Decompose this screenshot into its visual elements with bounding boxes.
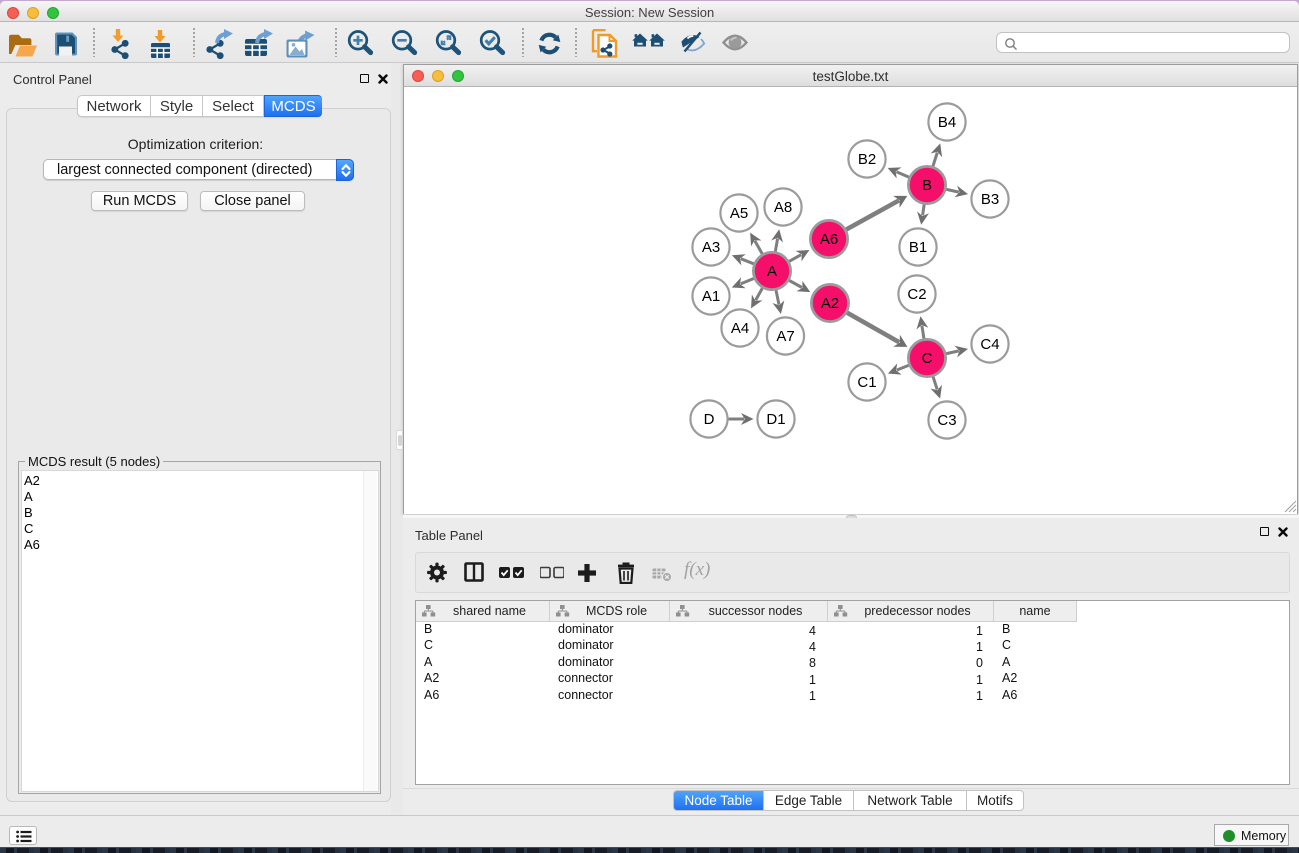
svg-text:A2: A2 [821,295,839,312]
svg-text:D1: D1 [766,411,785,428]
svg-text:A1: A1 [702,288,720,305]
svg-text:B: B [922,177,932,194]
svg-text:f(x): f(x) [684,559,710,580]
svg-text:C: C [922,350,933,367]
svg-text:A: A [767,263,777,280]
svg-text:C2: C2 [907,286,926,303]
svg-text:B4: B4 [938,114,956,131]
svg-text:C3: C3 [937,412,956,429]
svg-text:C4: C4 [980,336,999,353]
svg-text:A8: A8 [774,199,792,216]
svg-text:A7: A7 [776,328,794,345]
svg-text:B2: B2 [858,151,876,168]
svg-text:A4: A4 [731,320,749,337]
svg-text:D: D [704,411,715,428]
svg-text:C1: C1 [857,374,876,391]
svg-text:A5: A5 [730,205,748,222]
svg-text:A6: A6 [820,231,838,248]
svg-text:B1: B1 [909,239,927,256]
svg-text:A3: A3 [702,239,720,256]
svg-text:B3: B3 [981,191,999,208]
